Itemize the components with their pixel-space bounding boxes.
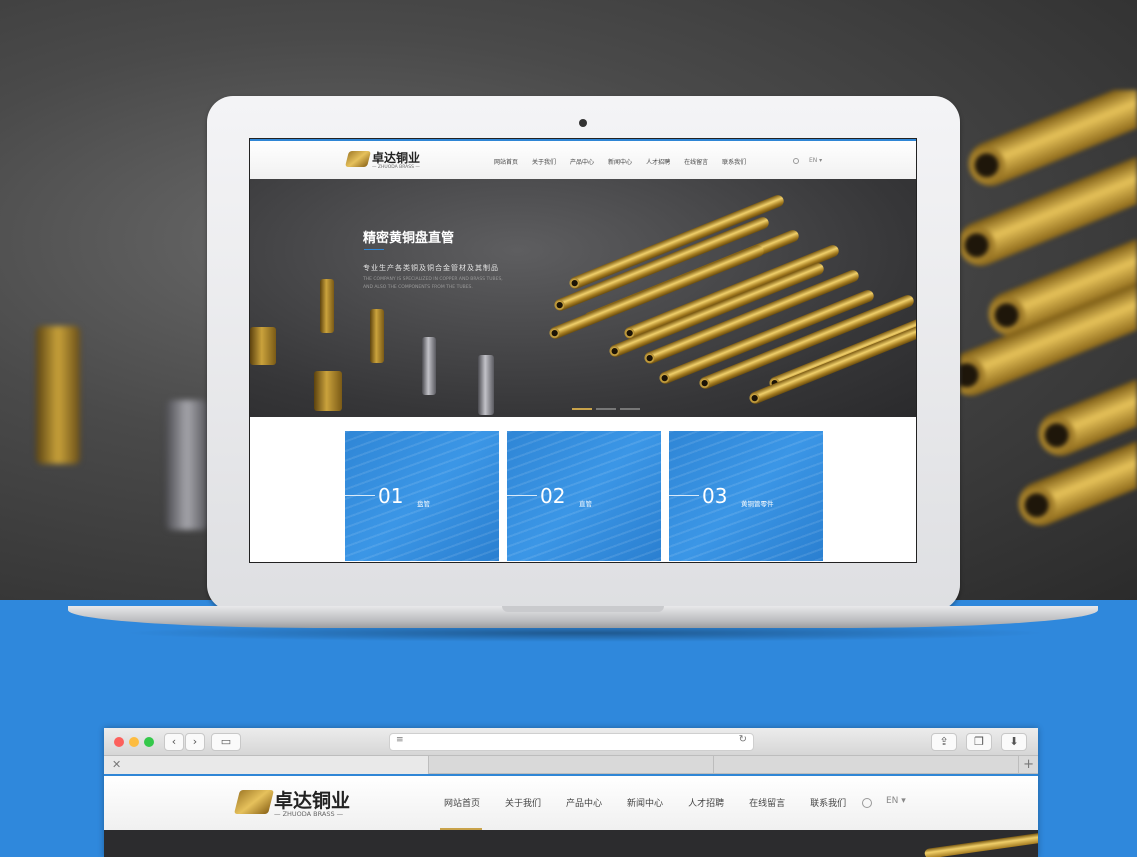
nav-jobs[interactable]: 人才招聘 <box>688 796 724 809</box>
nav-home[interactable]: 网站首页 <box>494 157 518 166</box>
card-label: 黄铜管零件 <box>741 500 774 508</box>
logo-sub: — ZHUODA BRASS — <box>372 165 420 170</box>
steel-ferrule <box>478 355 494 415</box>
zoom-light-icon[interactable] <box>144 737 154 747</box>
card-number: 01 <box>378 484 404 508</box>
minimize-light-icon[interactable] <box>129 737 139 747</box>
brass-ferrule <box>370 309 384 363</box>
tabs-icon[interactable]: ❐ <box>966 733 992 751</box>
logo-name[interactable]: 卓达铜业 <box>274 786 350 813</box>
tab-2[interactable] <box>429 756 714 774</box>
reload-icon[interactable]: ↻ <box>739 734 747 745</box>
nav-contact[interactable]: 联系我们 <box>722 157 746 166</box>
site-header-large: 卓达铜业 — ZHUODA BRASS — 网站首页 关于我们 产品中心 新闻中… <box>104 774 1038 830</box>
nav-message[interactable]: 在线留言 <box>684 157 708 166</box>
nav-news[interactable]: 新闻中心 <box>608 157 632 166</box>
category-card-parts[interactable]: 03 黄铜管零件 <box>669 431 823 561</box>
nav-home[interactable]: 网站首页 <box>444 796 480 809</box>
nav-message[interactable]: 在线留言 <box>749 796 785 809</box>
blurred-brass-tubes <box>960 90 1137 550</box>
logo-name[interactable]: 卓达铜业 <box>372 149 420 166</box>
steel-ferrule <box>422 337 436 395</box>
zhuoda-logo-icon[interactable] <box>234 790 274 814</box>
hero-title: 精密黄铜盘直管 <box>363 231 455 246</box>
brass-ferrule <box>320 279 334 333</box>
search-icon[interactable] <box>862 798 872 808</box>
slider-dot-2[interactable] <box>596 408 616 410</box>
download-icon[interactable]: ⬇ <box>1001 733 1027 751</box>
brass-ferrule <box>314 371 342 411</box>
nav-jobs[interactable]: 人才招聘 <box>646 157 670 166</box>
search-icon[interactable] <box>793 158 799 164</box>
lang-switch[interactable]: EN ▾ <box>809 157 822 164</box>
reader-icon[interactable]: ≡ <box>396 735 404 745</box>
address-bar[interactable]: ≡ ↻ <box>389 733 754 751</box>
nav-about[interactable]: 关于我们 <box>505 796 541 809</box>
brass-ferrule <box>250 327 276 365</box>
hero-english-line-2: AND ALSO THE COMPONENTS FROM THE TUBES. <box>363 285 473 290</box>
laptop-screen: 卓达铜业 — ZHUODA BRASS — 网站首页 关于我们 产品中心 新闻中… <box>249 138 917 563</box>
nav-products[interactable]: 产品中心 <box>570 157 594 166</box>
logo-sub: — ZHUODA BRASS — <box>274 810 344 818</box>
hero-divider <box>364 249 384 250</box>
hero-subtitle: 专业生产各类铜及铜合金管材及其制品 <box>363 264 499 272</box>
main-nav: 网站首页 关于我们 产品中心 新闻中心 人才招聘 在线留言 联系我们 <box>444 796 846 809</box>
nav-contact[interactable]: 联系我们 <box>810 796 846 809</box>
share-icon[interactable]: ⇪ <box>931 733 957 751</box>
card-label: 直管 <box>579 500 592 508</box>
card-line <box>345 495 375 496</box>
card-number: 02 <box>540 484 566 508</box>
slider-dots <box>572 408 640 410</box>
nav-news[interactable]: 新闻中心 <box>627 796 663 809</box>
nav-products[interactable]: 产品中心 <box>566 796 602 809</box>
back-icon[interactable]: ‹ <box>164 733 184 751</box>
main-nav: 网站首页 关于我们 产品中心 新闻中心 人才招聘 在线留言 联系我们 <box>494 157 746 166</box>
product-category-cards: 01 盘管 02 直管 03 黄铜管零件 <box>345 431 823 561</box>
category-card-coil[interactable]: 01 盘管 <box>345 431 499 561</box>
laptop-base <box>68 606 1098 628</box>
slider-dot-1[interactable] <box>572 408 592 410</box>
browser-window: ‹ › ▭ ≡ ↻ ⇪ ❐ ⬇ ✕ + 卓达铜业 — ZHUODA BRASS … <box>104 728 1038 857</box>
sidebar-icon[interactable]: ▭ <box>211 733 241 751</box>
laptop-mockup: 卓达铜业 — ZHUODA BRASS — 网站首页 关于我们 产品中心 新闻中… <box>207 96 960 611</box>
new-tab-button[interactable]: + <box>1023 756 1034 773</box>
nav-about[interactable]: 关于我们 <box>532 157 556 166</box>
blurred-steel-ferrule <box>166 400 208 530</box>
card-number: 03 <box>702 484 728 508</box>
tab-close-icon[interactable]: ✕ <box>112 756 121 773</box>
forward-icon[interactable]: › <box>185 733 205 751</box>
lang-switch[interactable]: EN ▾ <box>886 796 906 806</box>
close-light-icon[interactable] <box>114 737 124 747</box>
tab-bar: ✕ + <box>104 756 1038 774</box>
card-line <box>669 495 699 496</box>
hero-banner: 精密黄铜盘直管 专业生产各类铜及铜合金管材及其制品 THE COMPANY IS… <box>250 179 916 417</box>
slider-dot-3[interactable] <box>620 408 640 410</box>
zhuoda-logo-icon[interactable] <box>345 151 371 167</box>
card-line <box>507 495 537 496</box>
hero-english-line-1: THE COMPANY IS SPECIALIZED IN COPPER AND… <box>363 277 503 282</box>
camera-icon <box>579 119 587 127</box>
tab-active[interactable]: ✕ <box>104 756 429 774</box>
card-label: 盘管 <box>417 500 430 508</box>
hero-banner-peek <box>104 830 1038 857</box>
blurred-brass-ferrule <box>36 326 80 464</box>
site-header: 卓达铜业 — ZHUODA BRASS — 网站首页 关于我们 产品中心 新闻中… <box>250 139 916 179</box>
browser-toolbar: ‹ › ▭ ≡ ↻ ⇪ ❐ ⬇ <box>104 728 1038 756</box>
tab-3[interactable] <box>714 756 1019 774</box>
category-card-straight[interactable]: 02 直管 <box>507 431 661 561</box>
